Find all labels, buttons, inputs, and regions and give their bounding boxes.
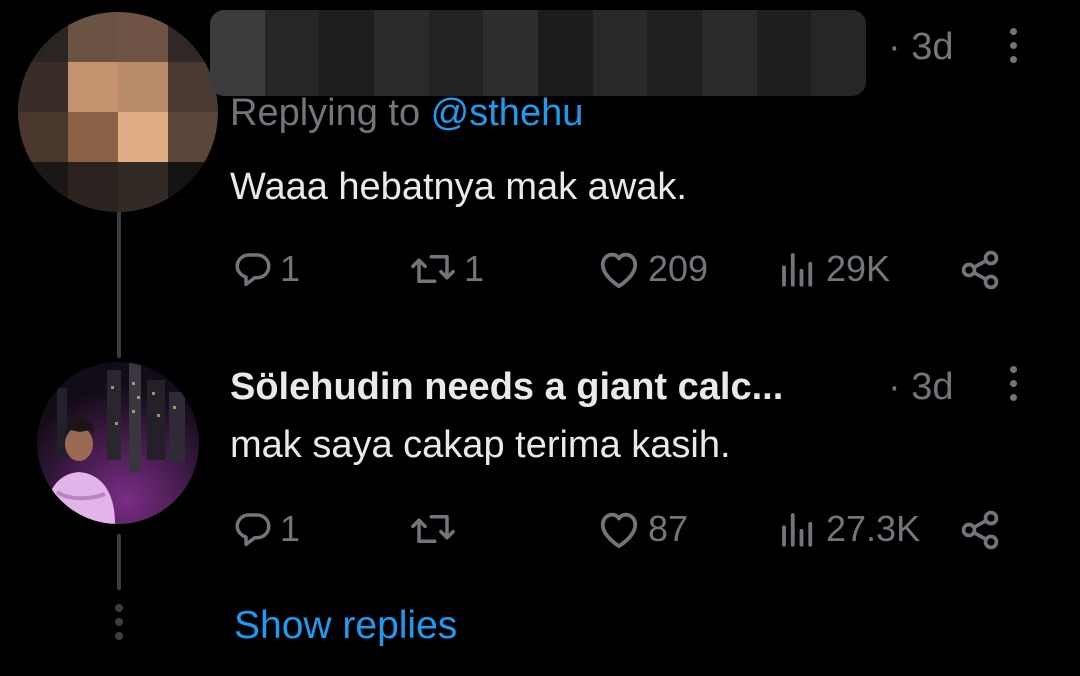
reply-button[interactable]: 1 bbox=[232, 508, 300, 550]
retweet-icon bbox=[411, 515, 455, 543]
reply-icon bbox=[235, 253, 271, 287]
views-count: 29K bbox=[826, 248, 891, 289]
like-count: 87 bbox=[648, 508, 689, 549]
like-icon bbox=[600, 252, 638, 289]
avatar-photo[interactable] bbox=[37, 362, 199, 524]
thread-more-dots[interactable] bbox=[113, 604, 125, 646]
retweet-button[interactable] bbox=[408, 508, 464, 550]
share-icon bbox=[961, 250, 999, 290]
like-icon bbox=[600, 512, 638, 549]
like-button[interactable]: 87 bbox=[596, 508, 688, 550]
share-button[interactable] bbox=[958, 248, 1002, 292]
display-name[interactable]: Sölehudin needs a giant calc... bbox=[230, 366, 783, 409]
replying-prefix: Replying to bbox=[230, 92, 431, 134]
replying-to: Replying to @sthehu bbox=[230, 92, 583, 135]
views-button[interactable]: 27.3K bbox=[776, 508, 920, 550]
views-count: 27.3K bbox=[826, 508, 921, 549]
thread-line bbox=[117, 534, 121, 590]
timestamp[interactable]: · 3d bbox=[888, 366, 953, 409]
reply-button[interactable]: 1 bbox=[232, 248, 300, 290]
views-icon bbox=[782, 253, 813, 287]
reply-count: 1 bbox=[280, 508, 301, 549]
views-button[interactable]: 29K bbox=[776, 248, 890, 290]
thread-line bbox=[117, 208, 121, 358]
avatar-pixelated[interactable] bbox=[18, 12, 218, 212]
thread-view: · 3d Replying to @sthehu Waaa hebatnya m… bbox=[0, 0, 1080, 676]
more-icon[interactable] bbox=[1010, 366, 1017, 408]
reply-count: 1 bbox=[280, 248, 301, 289]
tweet-text: mak saya cakap terima kasih. bbox=[230, 424, 731, 466]
replying-handle-link[interactable]: @sthehu bbox=[431, 92, 584, 134]
views-icon bbox=[782, 513, 813, 547]
reply-icon bbox=[235, 513, 271, 547]
show-replies-link[interactable]: Show replies bbox=[234, 604, 457, 648]
redacted-username bbox=[210, 10, 866, 96]
retweet-icon bbox=[411, 255, 455, 283]
tweet-text: Waaa hebatnya mak awak. bbox=[230, 166, 687, 208]
retweet-button[interactable]: 1 bbox=[408, 248, 484, 290]
like-count: 209 bbox=[648, 248, 709, 289]
like-button[interactable]: 209 bbox=[596, 248, 708, 290]
timestamp[interactable]: · 3d bbox=[888, 26, 953, 69]
retweet-count: 1 bbox=[464, 248, 485, 289]
more-icon[interactable] bbox=[1010, 28, 1017, 70]
share-icon bbox=[961, 510, 999, 550]
share-button[interactable] bbox=[958, 508, 1002, 552]
